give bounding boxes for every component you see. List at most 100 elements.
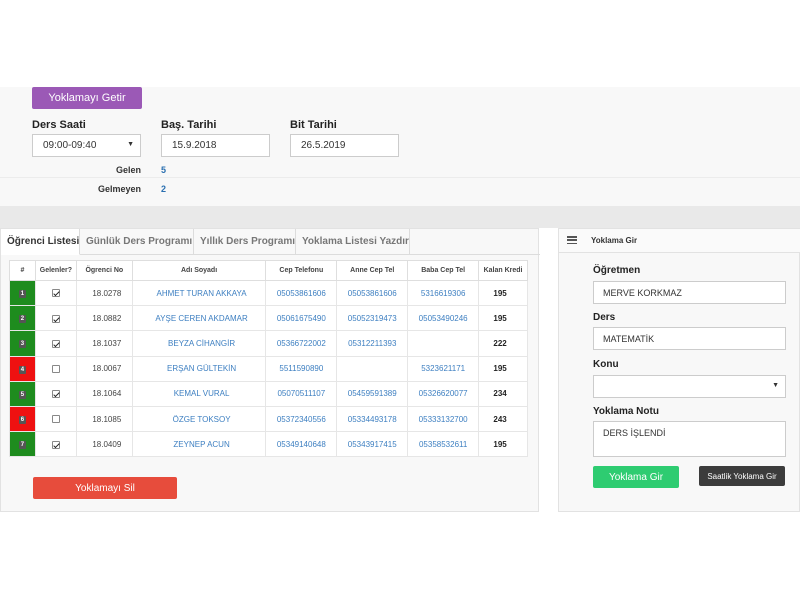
cep-telefonu-link[interactable]: 05061675490 [265,305,338,332]
table-header-row: # Gelenler? Ögrenci No Adı Soyadı Cep Te… [9,260,528,281]
table-body: 1 18.0278 AHMET TURAN AKKAYA 05053861606 050… [9,279,528,458]
present-checkbox[interactable] [51,314,60,323]
kalan-kredi: 222 [478,330,528,357]
student-no: 18.0409 [75,431,133,458]
bas-tarihi-label: Baş. Tarihi [161,119,217,131]
ders-input[interactable]: MATEMATİK [593,327,786,350]
konu-label: Konu [593,359,619,370]
anne-cep-link[interactable]: 05053861606 [336,279,409,307]
anne-cep-link[interactable]: 05312211393 [336,330,409,357]
table-row[interactable]: 6 18.1085 ÖZGE TOKSOY 05372340556 0533449317… [9,405,528,433]
table-row[interactable]: 5 18.1064 KEMAL VURAL 05070511107 0545959138… [9,380,528,407]
gelen-label: Gelen [115,165,141,175]
col-header-cep-telefonu[interactable]: Cep Telefonu [265,260,338,281]
col-header-adi-soyadi[interactable]: Adı Soyadı [131,260,267,281]
student-name-link[interactable]: ERŞAN GÜLTEKİN [131,355,267,382]
present-checkbox[interactable] [51,390,60,399]
student-name-link[interactable]: AYŞE CEREN AKDAMAR [131,305,267,332]
student-name-link[interactable]: KEMAL VURAL [131,380,267,407]
gelen-count: 5 [161,165,167,175]
row-status-cell: 6 [9,405,36,433]
tab-yoklama-listesi-yazdir[interactable]: Yoklama Listesi Yazdır [296,229,410,255]
present-checkbox[interactable] [51,415,60,424]
table-row[interactable]: 1 18.0278 AHMET TURAN AKKAYA 05053861606 050… [9,279,528,307]
delete-attendance-button[interactable]: Yoklamayı Sil [33,477,177,499]
baba-cep-link[interactable]: 5316619306 [407,279,480,307]
baba-cep-link[interactable]: 05333132700 [407,405,480,433]
anne-cep-link[interactable]: 05343917415 [336,431,409,458]
filter-divider [0,177,800,178]
present-checkbox[interactable] [51,339,60,348]
gelmeyen-label: Gelmeyen [97,184,141,194]
submit-attendance-button[interactable]: Yoklama Gir [593,466,679,488]
kalan-kredi: 243 [478,405,528,433]
konu-select[interactable]: ▼ [593,375,786,398]
present-checkbox-cell [34,279,77,307]
row-number-badge: 5 [18,390,27,399]
row-number-badge: 6 [18,416,27,425]
menu-icon[interactable] [567,236,577,245]
anne-cep-link[interactable]: 05459591389 [336,380,409,407]
panel-header: Yoklama Gir [559,229,800,253]
table-row[interactable]: 3 18.1037 BEYZA CİHANGİR 05366722002 0531221… [9,330,528,357]
present-checkbox-cell [34,405,77,433]
student-no: 18.0278 [75,279,133,307]
row-number-badge: 3 [18,340,27,349]
table-row[interactable]: 2 18.0882 AYŞE CEREN AKDAMAR 05061675490 050… [9,305,528,332]
cep-telefonu-link[interactable]: 05372340556 [265,405,338,433]
row-number-badge: 4 [18,365,27,374]
baba-cep-link[interactable]: 05053490246 [407,305,480,332]
tab-gunluk-ders-programi[interactable]: Günlük Ders Programı [80,229,194,255]
anne-cep-link[interactable] [336,355,409,382]
student-no: 18.0882 [75,305,133,332]
present-checkbox[interactable] [51,289,60,298]
col-header-gelenler: Gelenler? [34,260,77,281]
student-name-link[interactable]: ÖZGE TOKSOY [131,405,267,433]
table-row[interactable]: 4 18.0067 ERŞAN GÜLTEKİN 5511590890 53236211… [9,355,528,382]
chevron-down-icon: ▼ [127,141,134,148]
ogretmen-input[interactable]: MERVE KORKMAZ [593,281,786,304]
baba-cep-link[interactable] [407,330,480,357]
present-checkbox[interactable] [51,440,60,449]
baba-cep-link[interactable]: 05358532611 [407,431,480,458]
ogretmen-value: MERVE KORKMAZ [603,288,682,298]
kalan-kredi: 195 [478,355,528,382]
col-header-baba-cep[interactable]: Baba Cep Tel [407,260,480,281]
student-name-link[interactable]: AHMET TURAN AKKAYA [131,279,267,307]
student-no: 18.0067 [75,355,133,382]
present-checkbox-cell [34,431,77,458]
hourly-attendance-button[interactable]: Saatlik Yoklama Gir [699,466,785,486]
get-attendance-button[interactable]: Yoklamayı Getir [32,87,142,109]
yoklama-notu-textarea[interactable]: DERS İŞLENDİ [593,421,786,457]
cep-telefonu-link[interactable]: 05366722002 [265,330,338,357]
student-name-link[interactable]: ZEYNEP ACUN [131,431,267,458]
anne-cep-link[interactable]: 05334493178 [336,405,409,433]
table-row[interactable]: 7 18.0409 ZEYNEP ACUN 05349140648 0534391741… [9,431,528,458]
yoklama-notu-value: DERS İŞLENDİ [603,428,666,438]
baba-cep-link[interactable]: 05326620077 [407,380,480,407]
col-header-kalan-kredi[interactable]: Kalan Kredi [478,260,528,281]
row-status-cell: 7 [9,431,36,458]
anne-cep-link[interactable]: 05052319473 [336,305,409,332]
ders-saati-select[interactable]: 09:00-09:40 ▼ [32,134,141,157]
kalan-kredi: 195 [478,279,528,307]
tab-ogrenci-listesi[interactable]: Öğrenci Listesi [1,229,80,255]
tab-yillik-ders-programi[interactable]: Yıllık Ders Programı [194,229,296,255]
baba-cep-link[interactable]: 5323621171 [407,355,480,382]
section-band [0,206,800,228]
col-header-ogrenci-no[interactable]: Ögrenci No [75,260,133,281]
col-header-num: # [9,260,36,281]
bit-tarihi-input[interactable]: 26.5.2019 [290,134,399,157]
cep-telefonu-link[interactable]: 05053861606 [265,279,338,307]
student-no: 18.1064 [75,380,133,407]
present-checkbox-cell [34,355,77,382]
cep-telefonu-link[interactable]: 05349140648 [265,431,338,458]
student-name-link[interactable]: BEYZA CİHANGİR [131,330,267,357]
present-checkbox[interactable] [51,365,60,374]
cep-telefonu-link[interactable]: 05070511107 [265,380,338,407]
cep-telefonu-link[interactable]: 5511590890 [265,355,338,382]
row-number-badge: 7 [18,441,27,450]
bas-tarihi-input[interactable]: 15.9.2018 [161,134,270,157]
col-header-anne-cep[interactable]: Anne Cep Tel [336,260,409,281]
row-status-cell: 2 [9,305,36,332]
